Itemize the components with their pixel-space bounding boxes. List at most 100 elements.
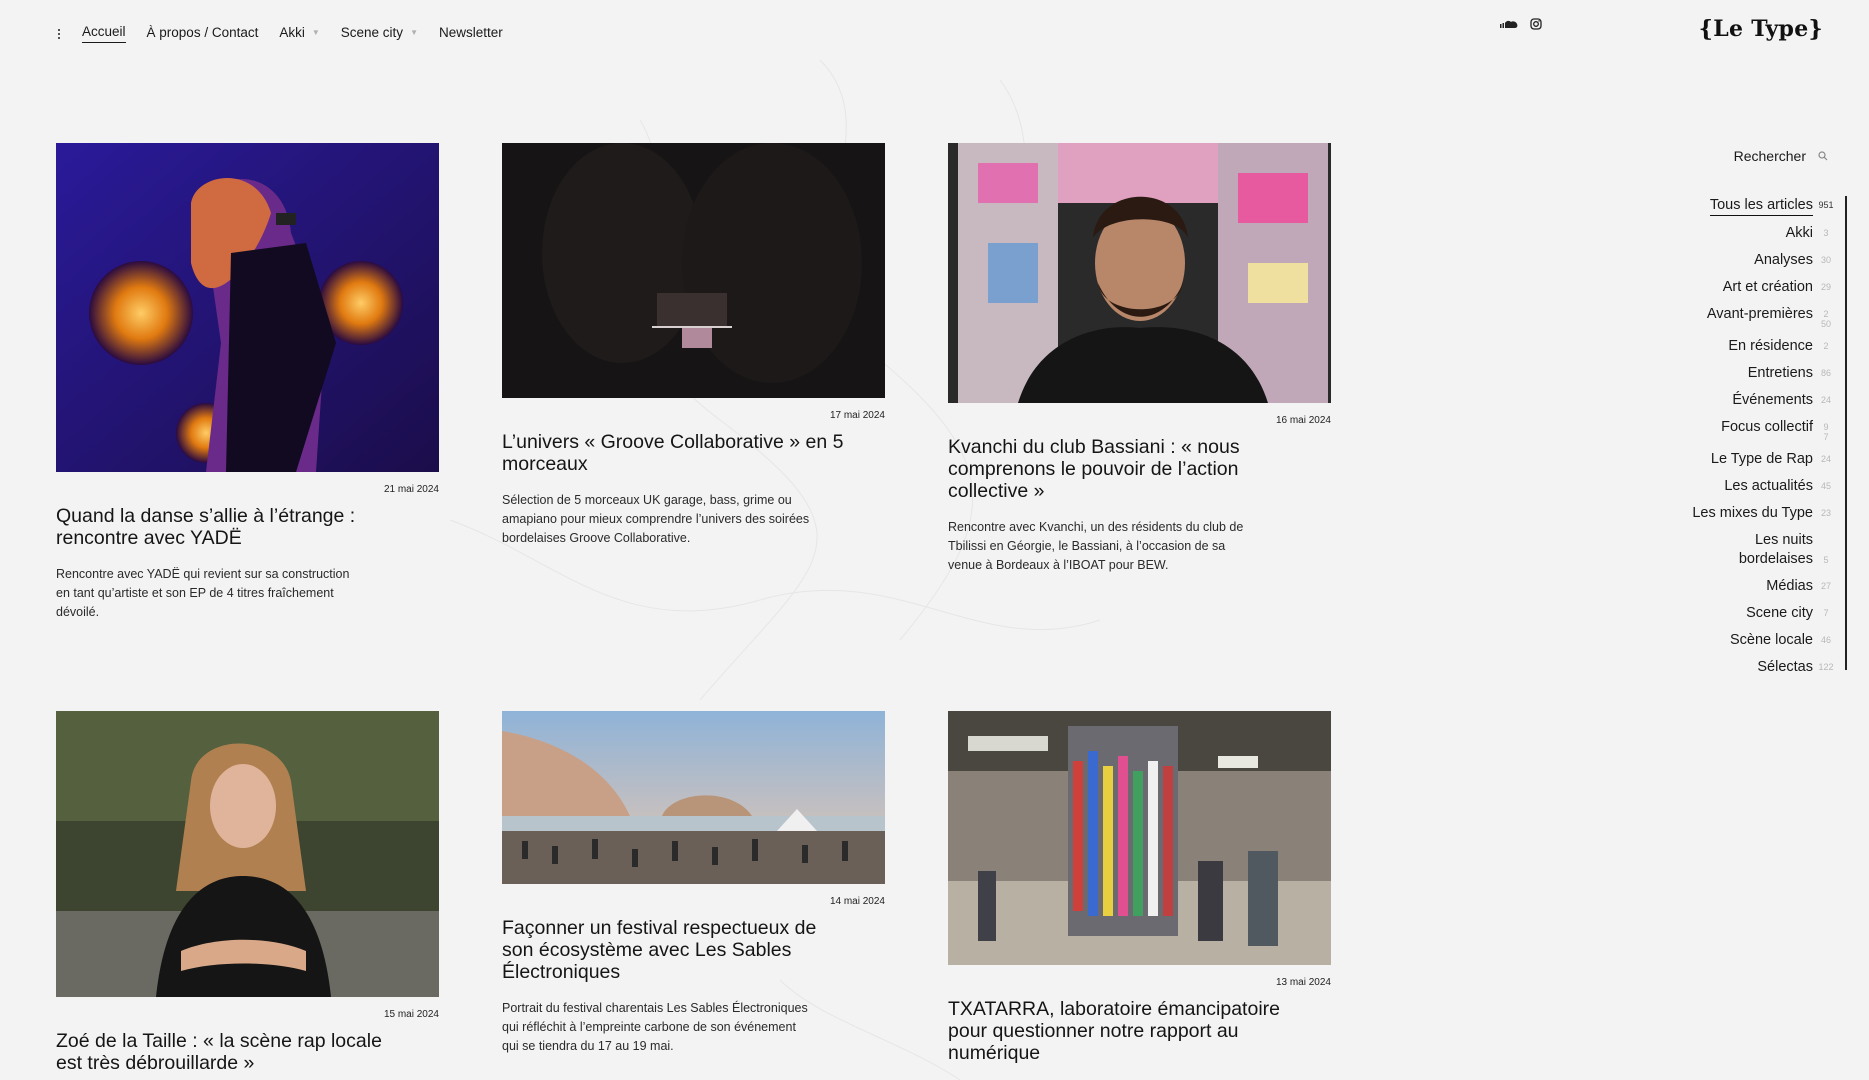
kebab-menu-icon[interactable] [54, 28, 64, 39]
nav-label: À propos / Contact [146, 24, 259, 40]
category-label: Analyses [1754, 252, 1813, 268]
article-image[interactable] [502, 711, 885, 884]
category-focus-collectif[interactable]: Focus collectif 9 7 [1619, 418, 1839, 442]
category-list: Tous les articles 951 Akki 3 Analyses 30 Ar… [1619, 196, 1839, 685]
category-scene-locale[interactable]: Scène locale 46 [1619, 631, 1839, 650]
category-selectas[interactable]: Sélectas 122 [1619, 658, 1839, 677]
search-label: Rechercher [1733, 148, 1806, 164]
category-les-mixes-du-type[interactable]: Les mixes du Type 23 [1619, 504, 1839, 523]
category-count-extra: 2 [1823, 309, 1829, 319]
article-image[interactable] [948, 711, 1331, 965]
category-count: 3 [1823, 228, 1829, 238]
search-icon[interactable] [1818, 151, 1828, 161]
category-count: 46 [1820, 635, 1831, 645]
category-label: Avant-premières [1706, 306, 1813, 322]
nav-accueil[interactable]: Accueil [82, 24, 126, 43]
category-count: 45 [1820, 481, 1831, 491]
category-count: 23 [1820, 508, 1831, 518]
article-card[interactable]: 15 mai 2024 Zoé de la Taille : « la scèn… [56, 711, 439, 1074]
category-scrollbar[interactable] [1845, 196, 1847, 670]
nav-label: Newsletter [438, 24, 503, 40]
category-art-et-creation[interactable]: Art et création 29 [1619, 278, 1839, 297]
category-count: 97 [1813, 418, 1839, 442]
category-tous-les-articles[interactable]: Tous les articles 951 [1619, 196, 1839, 216]
nav-akki[interactable]: Akki ▼ [279, 25, 319, 43]
article-image[interactable] [948, 143, 1331, 403]
category-count: 951 [1818, 200, 1834, 210]
category-count: 122 [1818, 662, 1834, 672]
category-count: 30 [1820, 255, 1831, 265]
article-date: 14 mai 2024 [829, 896, 885, 907]
article-date: 17 mai 2024 [829, 410, 885, 421]
social-links [1500, 18, 1542, 30]
article-card[interactable]: 17 mai 2024 L’univers « Groove Collabora… [502, 143, 885, 548]
nav-label: Accueil [82, 24, 126, 39]
category-count: 86 [1820, 368, 1831, 378]
category-scene-city[interactable]: Scene city 7 [1619, 604, 1839, 623]
article-image[interactable] [56, 711, 439, 997]
category-analyses[interactable]: Analyses 30 [1619, 251, 1839, 270]
category-label: Médias [1766, 578, 1813, 594]
category-les-actualites[interactable]: Les actualités 45 [1619, 477, 1839, 496]
category-count: 2 50 [1813, 305, 1839, 329]
category-count: 24 [1820, 395, 1831, 405]
category-entretiens[interactable]: Entretiens 86 [1619, 364, 1839, 383]
soundcloud-icon[interactable] [1500, 20, 1518, 29]
category-label: Sélectas [1757, 659, 1813, 675]
article-title[interactable]: Zoé de la Taille : « la scène rap locale… [56, 1030, 439, 1074]
article-title[interactable]: Kvanchi du club Bassiani : « nous compre… [948, 436, 1331, 502]
category-les-nuits-bordelaises[interactable]: Les nuits bordelaises 5 [1619, 531, 1839, 569]
nav-label: Scene city [340, 24, 404, 40]
nav-newsletter[interactable]: Newsletter [439, 25, 503, 43]
category-avant-premieres[interactable]: Avant-premières 2 50 [1619, 305, 1839, 329]
article-image[interactable] [56, 143, 439, 472]
category-label: Le Type de Rap [1710, 451, 1813, 467]
article-card[interactable]: 16 mai 2024 Kvanchi du club Bassiani : «… [948, 143, 1331, 575]
article-excerpt: Portrait du festival charentais Les Sabl… [502, 1001, 808, 1053]
category-label: Art et création [1722, 279, 1813, 295]
category-label: Scène locale [1729, 632, 1813, 648]
article-card[interactable]: 13 mai 2024 TXATARRA, laboratoire émanci… [948, 711, 1331, 1064]
category-label: Les mixes du Type [1692, 505, 1813, 521]
nav-a-propos-contact[interactable]: À propos / Contact [147, 25, 259, 43]
nav-label: Akki [279, 24, 305, 40]
category-label: Scene city [1746, 605, 1813, 621]
article-excerpt: Rencontre avec Kvanchi, un des résidents… [948, 520, 1244, 572]
category-count-value: 7 [1823, 432, 1829, 442]
category-count-extra: 9 [1823, 422, 1829, 432]
article-excerpt: Sélection de 5 morceaux UK garage, bass,… [502, 493, 810, 545]
category-label: Focus collectif [1721, 419, 1813, 435]
nav-scene-city[interactable]: Scene city ▼ [341, 25, 418, 43]
category-le-type-de-rap[interactable]: Le Type de Rap 24 [1619, 450, 1839, 469]
article-card[interactable]: 21 mai 2024 Quand la danse s’allie à l’é… [56, 143, 439, 622]
article-title[interactable]: L’univers « Groove Collaborative » en 5 … [502, 431, 885, 475]
article-title[interactable]: Façonner un festival respectueux de son … [502, 917, 885, 983]
article-date: 13 mai 2024 [1275, 977, 1331, 988]
category-label: En résidence [1728, 338, 1813, 354]
category-count: 27 [1820, 581, 1831, 591]
category-evenements[interactable]: Événements 24 [1619, 391, 1839, 410]
category-en-residence[interactable]: En résidence 2 [1619, 337, 1839, 356]
search-field[interactable]: Rechercher [1734, 148, 1828, 164]
category-label: Événements [1732, 392, 1813, 408]
article-title[interactable]: Quand la danse s’allie à l’étrange : ren… [56, 505, 439, 549]
article-card[interactable]: 14 mai 2024 Façonner un festival respect… [502, 711, 885, 1056]
category-count: 2 [1823, 341, 1829, 351]
site-logo[interactable]: {Le Type} [1699, 16, 1823, 42]
category-count-value: 50 [1820, 319, 1831, 329]
category-count: 5 [1823, 555, 1829, 565]
article-date: 16 mai 2024 [1275, 415, 1331, 426]
category-count: 29 [1820, 282, 1831, 292]
article-image[interactable] [502, 143, 885, 398]
category-label: Les nuits bordelaises [1738, 532, 1813, 567]
article-date: 21 mai 2024 [383, 484, 439, 495]
category-akki[interactable]: Akki 3 [1619, 224, 1839, 243]
category-medias[interactable]: Médias 27 [1619, 577, 1839, 596]
category-label: Tous les articles [1709, 196, 1813, 216]
category-count: 24 [1820, 454, 1831, 464]
category-label: Entretiens [1747, 365, 1813, 381]
instagram-icon[interactable] [1530, 18, 1542, 30]
article-title[interactable]: TXATARRA, laboratoire émancipatoire pour… [948, 998, 1331, 1064]
category-label: Akki [1785, 225, 1813, 241]
caret-down-icon: ▼ [410, 27, 418, 37]
